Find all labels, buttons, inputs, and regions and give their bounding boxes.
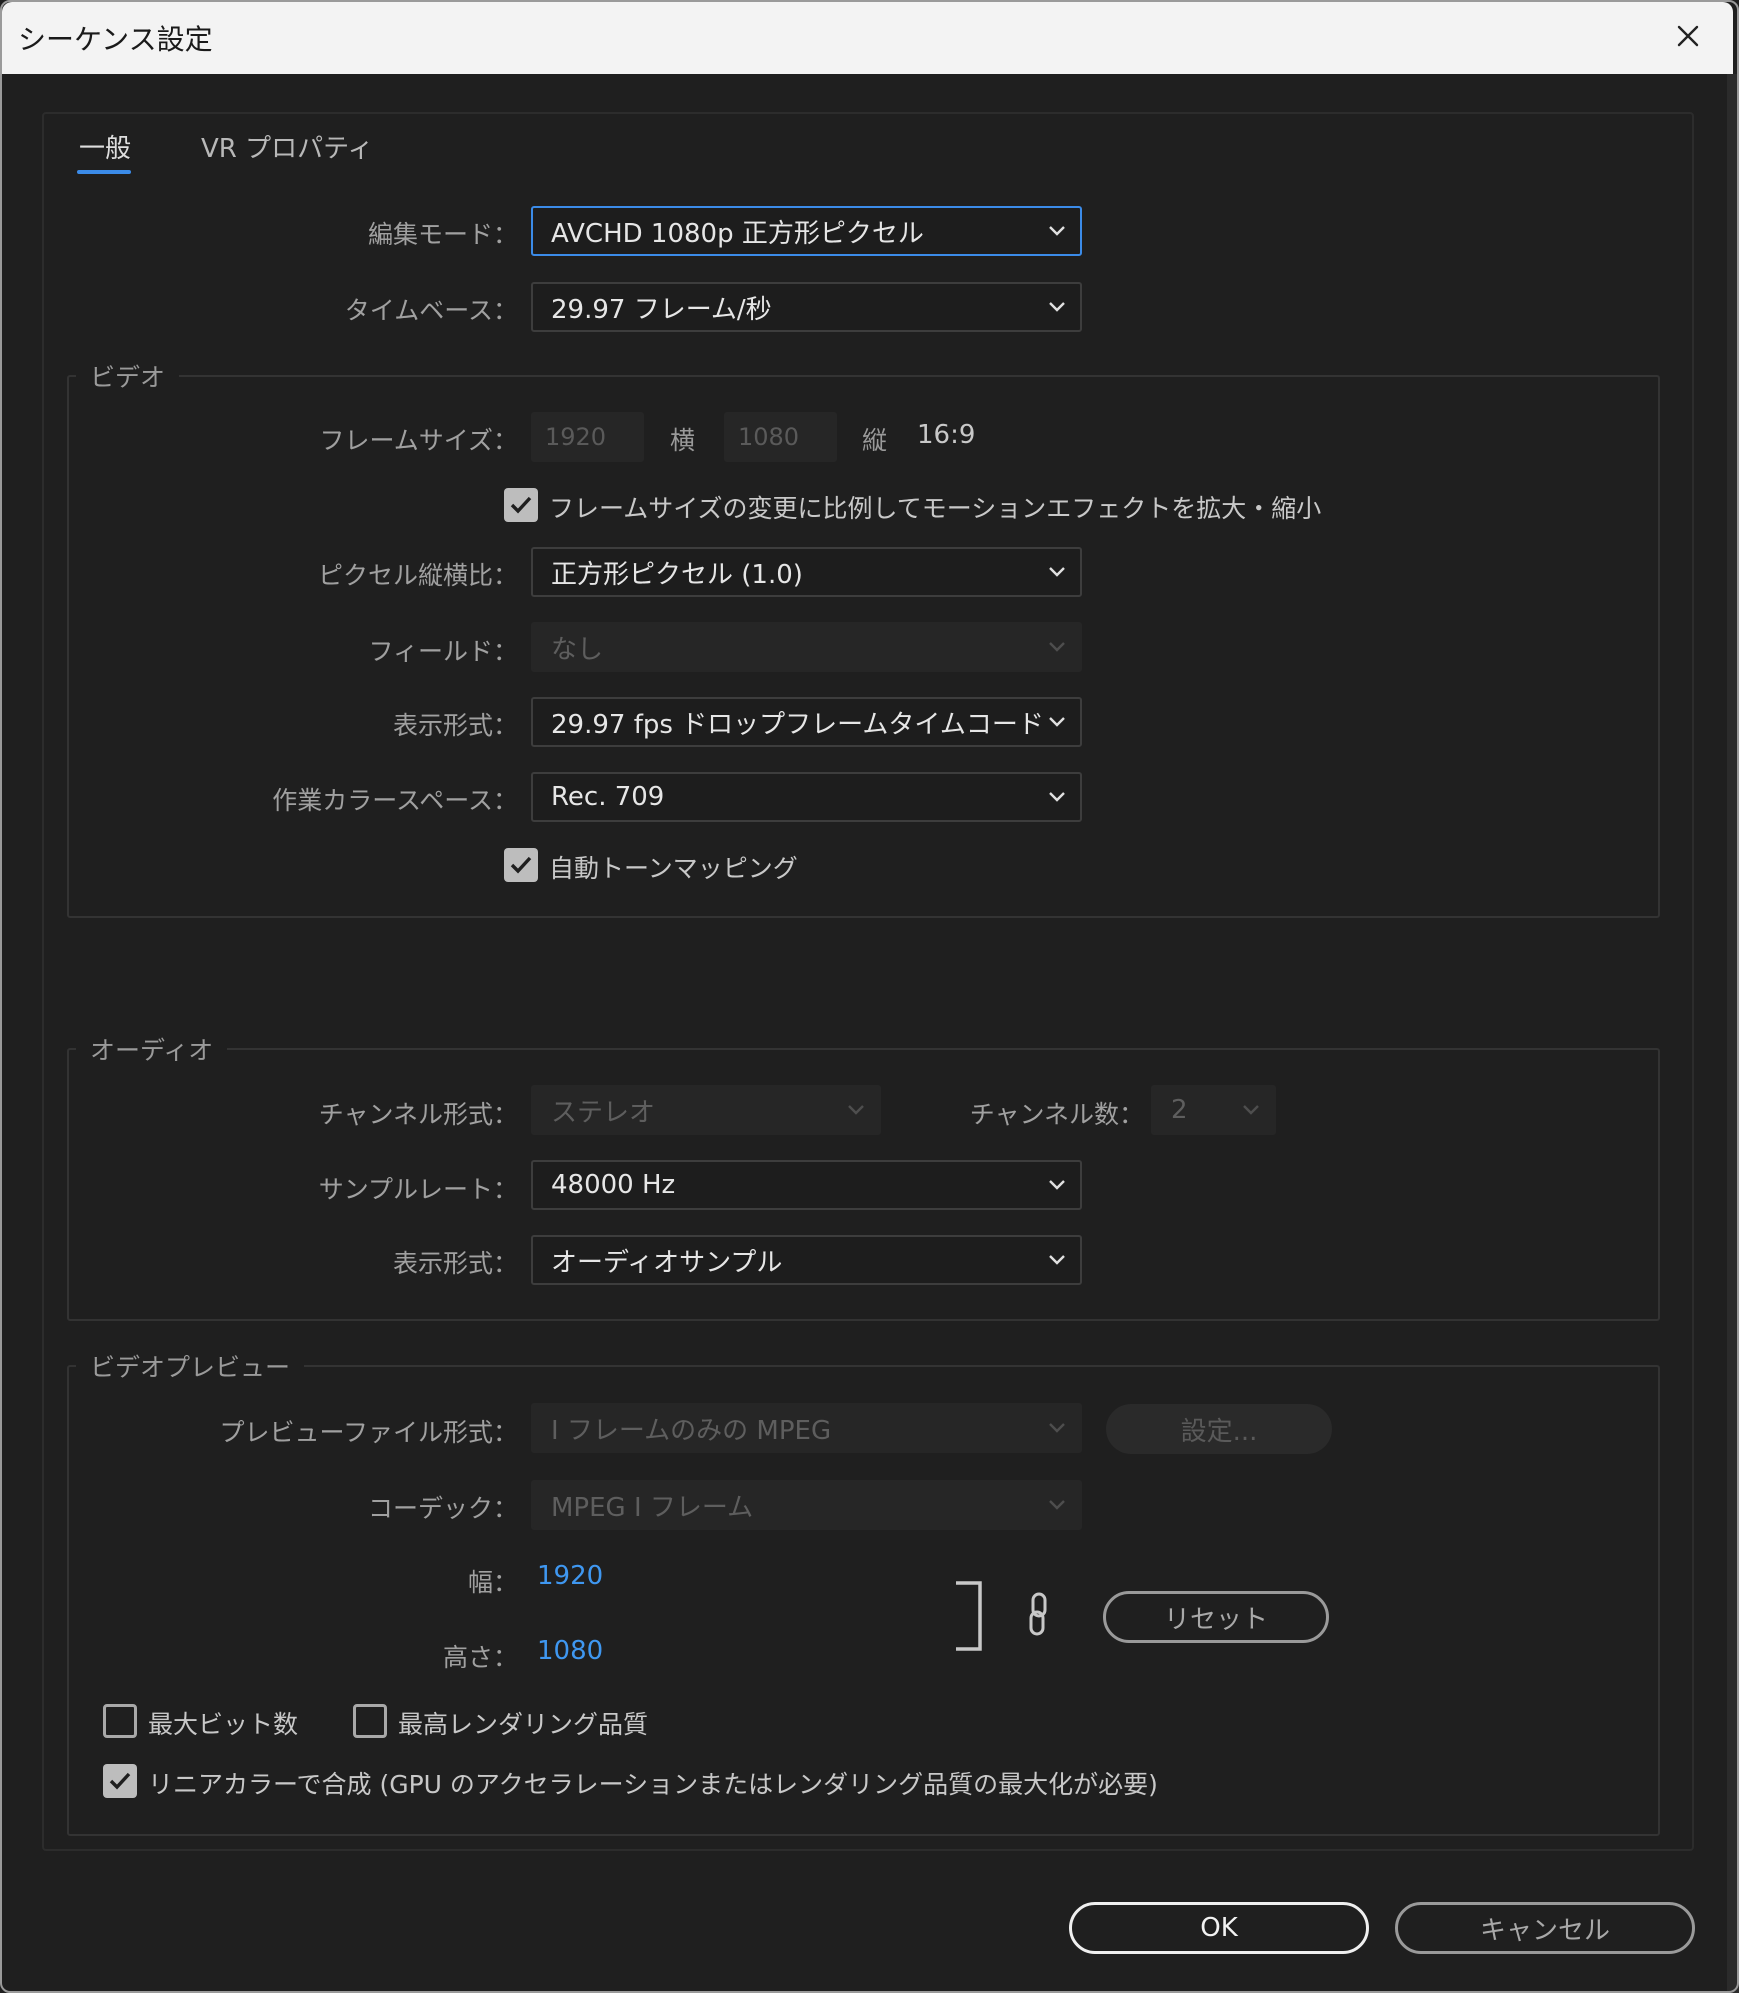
frame-height-unit: 縦: [862, 426, 888, 455]
color-space-dropdown[interactable]: Rec. 709: [531, 772, 1082, 822]
window-side-strip: [1727, 74, 1739, 1993]
edit-mode-value: AVCHD 1080p 正方形ピクセル: [551, 218, 924, 249]
audio-display-format-value: オーディオサンプル: [551, 1247, 783, 1278]
video-display-format-label: 表示形式：: [392, 711, 518, 740]
frame-width-input: 1920: [531, 412, 644, 462]
timebase-label: タイムベース：: [344, 296, 518, 325]
chevron-down-icon: [1243, 1105, 1259, 1115]
checkmark-icon: [510, 856, 532, 874]
color-space-value: Rec. 709: [551, 782, 665, 812]
ok-button[interactable]: OK: [1069, 1902, 1369, 1954]
channel-format-label: チャンネル形式：: [318, 1100, 518, 1129]
tab-vr-properties[interactable]: VR プロパティ: [201, 128, 374, 165]
pixel-aspect-label: ピクセル縦横比：: [317, 561, 518, 590]
chevron-down-icon: [1049, 792, 1065, 802]
video-display-format-value: 29.97 fps ドロップフレームタイムコード: [551, 709, 1044, 740]
scale-motion-label: フレームサイズの変更に比例してモーションエフェクトを拡大・縮小: [549, 494, 1322, 523]
chevron-down-icon: [1049, 1423, 1065, 1433]
scale-motion-checkbox[interactable]: [504, 488, 538, 522]
cancel-button[interactable]: キャンセル: [1395, 1902, 1695, 1954]
chevron-down-icon: [1049, 1255, 1065, 1265]
fields-label: フィールド：: [368, 637, 518, 666]
tab-general[interactable]: 一般: [79, 128, 131, 165]
preview-height-value[interactable]: 1080: [537, 1636, 603, 1666]
preview-width-label: 幅：: [467, 1568, 518, 1597]
preview-height-label: 高さ：: [442, 1643, 518, 1672]
max-render-quality-label: 最高レンダリング品質: [398, 1710, 649, 1739]
preview-width-value[interactable]: 1920: [537, 1561, 603, 1591]
chevron-down-icon: [1049, 567, 1065, 577]
close-icon: [1677, 25, 1699, 47]
sample-rate-dropdown[interactable]: 48000 Hz: [531, 1160, 1082, 1210]
channel-format-dropdown: ステレオ: [531, 1085, 881, 1135]
checkmark-icon: [510, 496, 532, 514]
preview-file-format-label: プレビューファイル形式：: [219, 1418, 518, 1447]
bracket-icon: [956, 1581, 982, 1651]
chevron-down-icon: [1049, 302, 1065, 312]
pixel-aspect-value: 正方形ピクセル (1.0): [551, 559, 803, 590]
chevron-down-icon: [1049, 717, 1065, 727]
fields-dropdown: なし: [531, 622, 1082, 672]
tone-mapping-label: 自動トーンマッピング: [549, 854, 798, 883]
edit-mode-label: 編集モード：: [367, 220, 518, 249]
max-bit-depth-checkbox[interactable]: [103, 1704, 137, 1738]
color-space-label: 作業カラースペース：: [272, 786, 518, 815]
frame-aspect-ratio: 16:9: [917, 420, 976, 450]
edit-mode-dropdown[interactable]: AVCHD 1080p 正方形ピクセル: [531, 206, 1082, 256]
linear-color-label: リニアカラーで合成 (GPU のアクセラレーションまたはレンダリング品質の最大化…: [148, 1770, 1158, 1799]
frame-height-input: 1080: [724, 412, 837, 462]
chain-link-icon[interactable]: [1027, 1592, 1049, 1636]
channel-count-value: 2: [1171, 1095, 1188, 1125]
chevron-down-icon: [1049, 226, 1065, 236]
channel-count-dropdown: 2: [1151, 1085, 1276, 1135]
title-bar: [2, 2, 1733, 74]
timebase-value: 29.97 フレーム/秒: [551, 294, 772, 325]
audio-display-format-dropdown[interactable]: オーディオサンプル: [531, 1235, 1082, 1285]
active-tab-indicator: [77, 170, 131, 174]
chevron-down-icon: [848, 1105, 864, 1115]
preview-settings-button: 設定...: [1106, 1404, 1332, 1454]
pixel-aspect-dropdown[interactable]: 正方形ピクセル (1.0): [531, 547, 1082, 597]
frame-size-label: フレームサイズ：: [319, 426, 518, 455]
video-group-title: ビデオ: [76, 358, 180, 394]
channel-format-value: ステレオ: [551, 1097, 656, 1128]
codec-value: MPEG I フレーム: [551, 1492, 754, 1523]
close-button[interactable]: [1666, 14, 1710, 58]
preview-file-format-value: I フレームのみの MPEG: [551, 1415, 832, 1446]
channel-count-label: チャンネル数：: [969, 1100, 1144, 1129]
preview-file-format-dropdown: I フレームのみの MPEG: [531, 1403, 1082, 1453]
window-title: シーケンス設定: [18, 23, 213, 56]
reset-button[interactable]: リセット: [1103, 1591, 1329, 1643]
sample-rate-value: 48000 Hz: [551, 1170, 676, 1200]
sample-rate-label: サンプルレート：: [318, 1175, 518, 1204]
frame-width-unit: 横: [670, 426, 696, 455]
audio-group-title: オーディオ: [76, 1031, 228, 1067]
audio-display-format-label: 表示形式：: [392, 1249, 518, 1278]
chevron-down-icon: [1049, 1180, 1065, 1190]
codec-label: コーデック：: [367, 1494, 518, 1523]
video-preview-group-title: ビデオプレビュー: [76, 1348, 305, 1384]
timebase-dropdown[interactable]: 29.97 フレーム/秒: [531, 282, 1082, 332]
chevron-down-icon: [1049, 1500, 1065, 1510]
max-render-quality-checkbox[interactable]: [353, 1704, 387, 1738]
max-bit-depth-label: 最大ビット数: [148, 1710, 299, 1739]
linear-color-checkbox[interactable]: [103, 1764, 137, 1798]
tone-mapping-checkbox[interactable]: [504, 848, 538, 882]
video-display-format-dropdown[interactable]: 29.97 fps ドロップフレームタイムコード: [531, 697, 1082, 747]
checkmark-icon: [109, 1772, 131, 1790]
codec-dropdown: MPEG I フレーム: [531, 1480, 1082, 1530]
chevron-down-icon: [1049, 642, 1065, 652]
fields-value: なし: [551, 634, 604, 665]
